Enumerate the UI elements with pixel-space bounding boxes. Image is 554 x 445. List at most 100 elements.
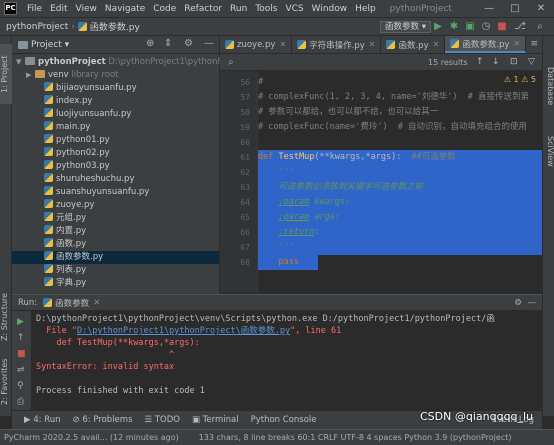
close-icon[interactable]: ✕ — [93, 298, 100, 308]
vcs-icon[interactable]: ⎇ — [514, 21, 526, 33]
tree-file[interactable]: index.py — [12, 95, 219, 108]
close-icon[interactable]: ✕ — [433, 40, 440, 49]
tab-function-params[interactable]: 函数参数.py ✕ — [445, 36, 527, 53]
close-icon[interactable]: ✕ — [513, 39, 520, 48]
collapse-icon[interactable]: ⇕ — [164, 38, 172, 49]
console-output[interactable]: D:\pythonProject1\pythonProject\venv\Scr… — [36, 313, 542, 397]
pin-icon[interactable]: ⚲ — [17, 381, 24, 391]
right-tool-strip: Database SciView — [542, 36, 554, 416]
tree-venv[interactable]: ▶ venv library root — [12, 69, 219, 82]
menu-view[interactable]: View — [72, 4, 101, 14]
menu-tools[interactable]: Tools — [251, 4, 281, 14]
tree-file[interactable]: 函数参数.py — [12, 251, 219, 264]
code-area[interactable]: 56 57 58 59 60 61 62 63 64 65 66 67 68 # # complexFun… — [220, 71, 542, 293]
next-occurrence-icon[interactable]: ↓ — [492, 57, 500, 67]
tree-file[interactable]: 列表.py — [12, 264, 219, 277]
find-results-count: 15 results — [428, 57, 468, 67]
hide-panel-icon[interactable]: — — [528, 298, 537, 308]
tool-problems[interactable]: ⊘ 6: Problems — [73, 415, 133, 425]
soft-wrap-icon[interactable]: ⇌ — [17, 365, 25, 375]
tab-string-ops[interactable]: 字符串操作.py ✕ — [292, 36, 382, 53]
breadcrumb-project[interactable]: pythonProject — [6, 22, 68, 32]
close-icon[interactable]: ✕ — [369, 40, 376, 49]
line-number: 64 — [240, 198, 250, 207]
print-icon[interactable]: ⎙ — [17, 397, 24, 407]
stop-icon[interactable]: ■ — [496, 21, 508, 33]
line-number: 58 — [240, 108, 250, 117]
previous-occurrence-icon[interactable]: ↑ — [476, 57, 484, 67]
folder-icon — [25, 57, 35, 65]
locate-icon[interactable]: ⊕ — [146, 38, 154, 49]
settings-gear-icon[interactable]: ⚙ — [514, 298, 522, 308]
rerun-icon[interactable]: ▶ — [17, 317, 24, 327]
tree-file[interactable]: python01.py — [12, 134, 219, 147]
tool-terminal[interactable]: ▣ Terminal — [192, 415, 239, 425]
search-everywhere-icon[interactable]: ⌕ — [534, 21, 546, 33]
left-tool-strip: 1: Project Z: Structure 2: Favorites — [0, 36, 12, 416]
tree-file[interactable]: python02.py — [12, 147, 219, 160]
project-view-select[interactable]: Project ▾ — [31, 40, 69, 50]
run-icon[interactable]: ▶ — [432, 21, 444, 33]
maximize-button[interactable]: □ — [502, 0, 528, 18]
tree-file[interactable]: python03.py — [12, 160, 219, 173]
tab-list-icon[interactable]: ≡ — [530, 39, 538, 49]
tree-file[interactable]: suanshuyunsuanfu.py — [12, 186, 219, 199]
structure-tool-button[interactable]: Z: Structure — [0, 286, 12, 348]
tree-file[interactable]: 元组.py — [12, 212, 219, 225]
inspection-warnings[interactable]: ⚠ 1 ⚠ 5 — [504, 75, 536, 84]
run-config-select[interactable]: 函数参数 ▾ — [380, 21, 431, 33]
python-file-icon — [77, 22, 87, 31]
minimize-button[interactable]: — — [476, 0, 502, 18]
hide-panel-icon[interactable]: — — [204, 38, 214, 49]
status-message[interactable]: PyCharm 2020.2.5 avail... (12 minutes ag… — [4, 433, 179, 442]
tree-file[interactable]: 字典.py — [12, 277, 219, 290]
console-line: def TestMup(**kwargs,*args): — [36, 338, 200, 348]
python-file-icon — [44, 238, 53, 247]
menu-edit[interactable]: Edit — [46, 4, 71, 14]
profile-icon[interactable]: ◷ — [480, 21, 492, 33]
tree-file[interactable]: zuoye.py — [12, 199, 219, 212]
tree-file[interactable]: luojiyunsuanfu.py — [12, 108, 219, 121]
menu-run[interactable]: Run — [226, 4, 251, 14]
close-icon[interactable]: ✕ — [279, 40, 286, 49]
breadcrumb-file[interactable]: 函数参数.py — [90, 20, 140, 33]
file-link[interactable]: D:\pythonProject1\pythonProject\函数参数.py — [77, 326, 290, 336]
tab-functions[interactable]: 函数.py ✕ — [381, 36, 446, 53]
filter-icon[interactable]: ▽ — [528, 57, 535, 67]
tree-file[interactable]: shuruheshuchu.py — [12, 173, 219, 186]
menu-file[interactable]: File — [23, 4, 46, 14]
code-line: 可选参数必须放到关键字可选参数之前 — [258, 180, 542, 195]
tab-zuoye[interactable]: zuoye.py ✕ — [220, 36, 293, 53]
find-input[interactable] — [244, 56, 394, 68]
favorites-tool-button[interactable]: 2: Favorites — [0, 354, 12, 410]
sciview-tool-button[interactable]: SciView — [543, 126, 554, 176]
close-window-button[interactable]: ✕ — [528, 0, 554, 18]
tool-todo[interactable]: ☰ TODO — [145, 415, 180, 425]
tree-root[interactable]: ▼ pythonProject D:\pythonProject1\pythonP… — [12, 56, 226, 69]
menu-code[interactable]: Code — [149, 4, 180, 14]
scroll-up-icon[interactable]: ↑ — [17, 333, 25, 343]
stop-icon[interactable]: ■ — [17, 349, 26, 359]
tree-file[interactable]: main.py — [12, 121, 219, 134]
menu-help[interactable]: Help — [351, 4, 380, 14]
python-file-icon — [44, 95, 53, 104]
debug-icon[interactable]: ✱ — [448, 21, 460, 33]
editor-tabs: zuoye.py ✕ 字符串操作.py ✕ 函数.py ✕ 函数参数.py ✕ ≡ — [220, 36, 542, 54]
tool-run[interactable]: ▶ 4: Run — [24, 415, 61, 425]
menu-refactor[interactable]: Refactor — [180, 4, 226, 14]
search-icon: ⌕ — [228, 56, 234, 68]
find-options-icon[interactable]: ⊡ — [510, 57, 518, 67]
menu-navigate[interactable]: Navigate — [101, 4, 149, 14]
database-tool-button[interactable]: Database — [543, 56, 554, 116]
run-config-tab[interactable]: 函数参数 — [55, 297, 89, 309]
project-tool-button[interactable]: 1: Project — [0, 44, 12, 104]
settings-gear-icon[interactable]: ⚙ — [184, 38, 193, 49]
menu-window[interactable]: Window — [308, 4, 352, 14]
tool-python-console[interactable]: Python Console — [251, 415, 317, 425]
tree-file[interactable]: bijiaoyunsuanfu.py — [12, 82, 219, 95]
coverage-icon[interactable]: ▣ — [464, 21, 476, 33]
tree-file[interactable]: 函数.py — [12, 238, 219, 251]
menu-vcs[interactable]: VCS — [281, 4, 307, 14]
code-line: def TestMup(**kwargs,*args): ##可选参数 — [258, 150, 542, 165]
tree-file[interactable]: 内置.py — [12, 225, 219, 238]
